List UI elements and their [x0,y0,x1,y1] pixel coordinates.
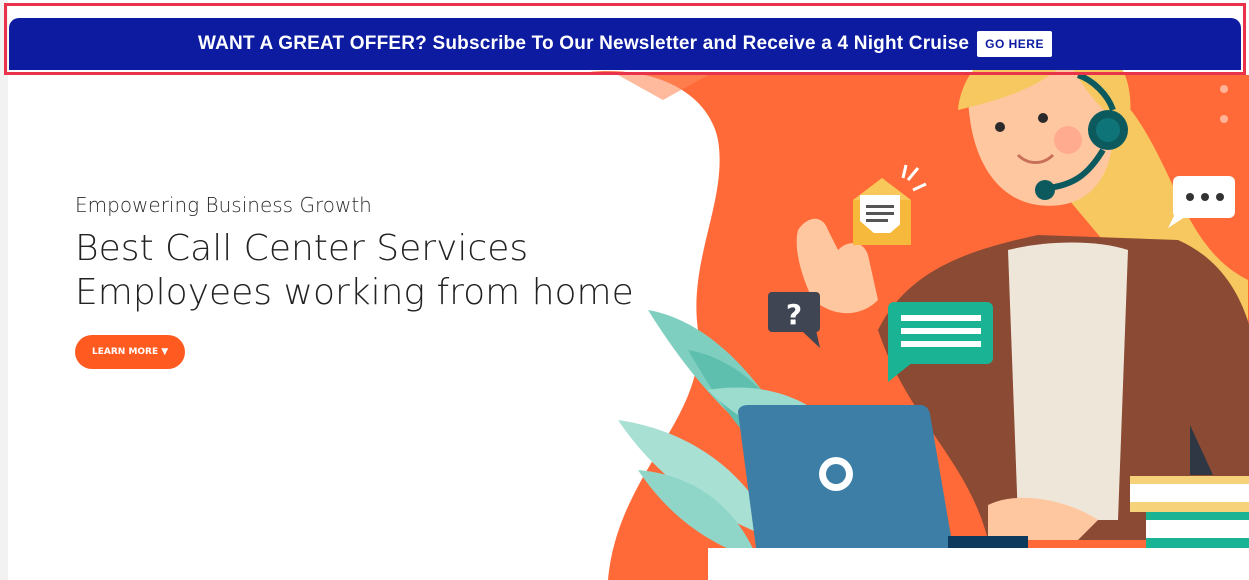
page: ? Empowering Business Growth Best Call C… [8,0,1249,580]
announcement-bar: WANT A GREAT OFFER? Subscribe To Our New… [9,18,1241,70]
announcement-highlight: WANT A GREAT OFFER? Subscribe To Our New… [4,3,1246,75]
hero-subtitle: Empowering Business Growth [75,193,372,217]
hero-title: Best Call Center Services Employees work… [75,227,634,315]
hero-title-line-2: Employees working from home [75,272,634,313]
learn-more-label: LEARN MORE [92,347,159,357]
hero-title-line-1: Best Call Center Services [75,228,529,269]
learn-more-button[interactable]: LEARN MORE ▼ [75,335,186,369]
chevron-down-icon: ▼ [161,347,169,357]
go-here-button[interactable]: GO HERE [977,31,1052,57]
announcement-text: WANT A GREAT OFFER? Subscribe To Our New… [198,33,970,54]
hero-content: Empowering Business Growth Best Call Cen… [75,193,634,369]
question-glyph: ? [786,298,802,331]
